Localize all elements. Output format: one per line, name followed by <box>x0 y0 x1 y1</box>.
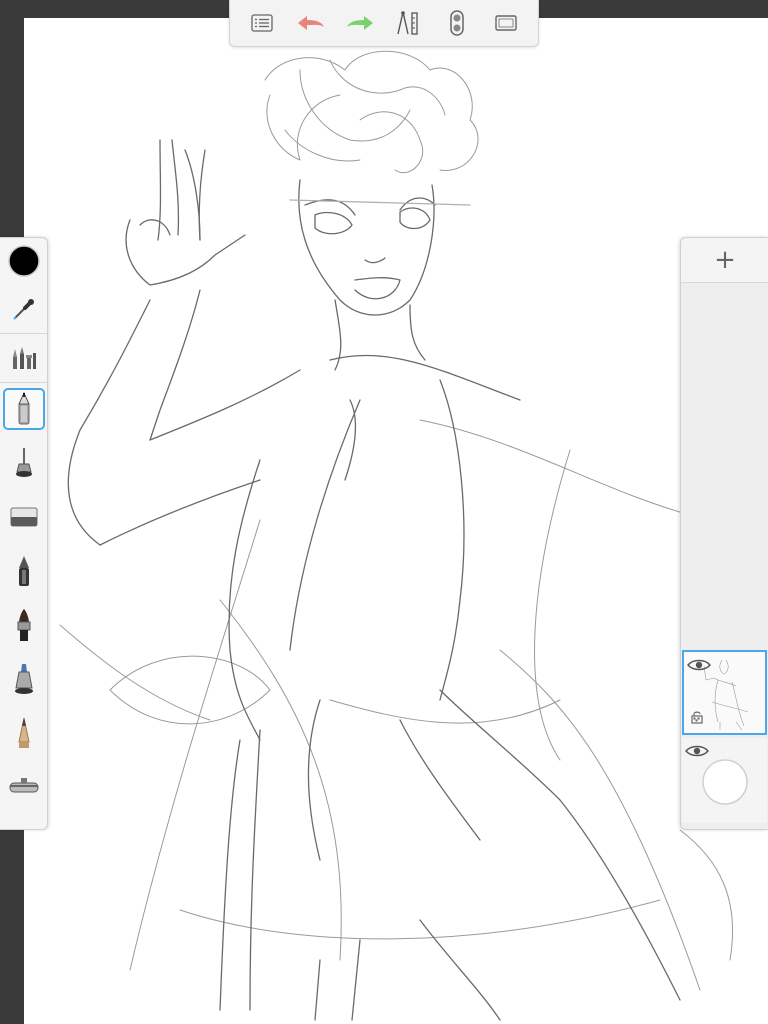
fullscreen-icon <box>494 15 517 31</box>
eraser-tool[interactable] <box>3 496 45 538</box>
pencil-icon <box>18 392 30 425</box>
airbrush-icon <box>16 448 32 477</box>
color-button[interactable] <box>3 240 45 282</box>
undo-arrow-icon <box>297 16 324 30</box>
smudge-tool-icon <box>9 778 39 793</box>
eye-icon[interactable] <box>687 657 711 676</box>
tool-palette <box>0 237 48 830</box>
redo-arrow-icon <box>346 16 373 30</box>
layer-panel: + <box>680 237 768 830</box>
color-swatch-icon <box>8 245 40 277</box>
symmetry-button[interactable] <box>438 4 476 42</box>
brush-library-icon <box>13 347 36 369</box>
crayon-tool[interactable] <box>3 712 45 754</box>
eyedropper-icon <box>13 299 34 320</box>
ruler-compass-icon <box>397 11 418 35</box>
layer-thumbnail-background[interactable] <box>682 738 767 823</box>
background-color-swatch <box>702 759 748 805</box>
redo-button[interactable] <box>341 4 379 42</box>
add-icon: + <box>714 245 736 275</box>
eyedropper-button[interactable] <box>3 288 45 330</box>
smudge-tool[interactable] <box>3 766 45 808</box>
sketch-drawing <box>59 50 734 1021</box>
list-icon <box>251 14 273 32</box>
crayon-icon <box>18 717 30 748</box>
airbrush-tool[interactable] <box>3 442 45 484</box>
ballpoint-pen-tool[interactable] <box>3 550 45 592</box>
pencil-tool[interactable] <box>3 388 45 430</box>
marker-tool[interactable] <box>3 658 45 700</box>
eraser-icon <box>10 507 38 527</box>
fullscreen-button[interactable] <box>487 4 525 42</box>
brush-library-button[interactable] <box>3 337 45 379</box>
lock-icon[interactable] <box>691 709 703 728</box>
symmetry-icon <box>450 10 464 36</box>
add-layer-button[interactable]: + <box>681 238 768 283</box>
ballpoint-pen-icon <box>19 556 29 586</box>
paintbrush-icon <box>17 609 31 641</box>
undo-button[interactable] <box>292 4 330 42</box>
paintbrush-tool[interactable] <box>3 604 45 646</box>
layer-thumbnail-sketch[interactable] <box>682 650 767 735</box>
guides-button[interactable] <box>389 4 427 42</box>
marker-icon <box>15 664 33 694</box>
list-button[interactable] <box>243 4 281 42</box>
top-toolbar <box>229 0 539 47</box>
